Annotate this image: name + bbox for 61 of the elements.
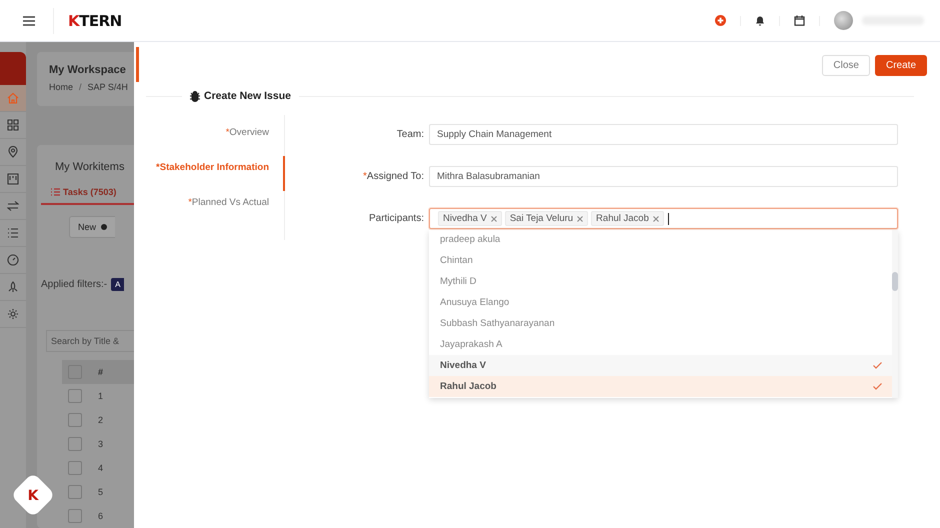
text-cursor (668, 212, 669, 224)
row-number: 5 (98, 487, 104, 497)
remove-icon[interactable] (490, 216, 497, 222)
breadcrumb-separator: / (79, 82, 82, 92)
row-number: 2 (98, 415, 104, 425)
breadcrumb-link[interactable]: Home (49, 82, 74, 92)
field-label: Team: (396, 129, 425, 140)
bell-icon[interactable] (755, 15, 765, 26)
close-button[interactable]: Close (822, 55, 870, 76)
text-field[interactable]: Mithra Balasubramanian (429, 166, 898, 187)
checkbox[interactable] (68, 485, 82, 499)
option-item[interactable]: Subbash Sathyanarayanan (429, 313, 892, 334)
row-number: 3 (98, 439, 104, 449)
bug-icon (190, 90, 200, 102)
remove-icon[interactable] (652, 216, 659, 222)
participant-tag: Nivedha V (438, 211, 502, 226)
form-title: Create New Issue (204, 90, 291, 102)
filter-badge: A (111, 278, 124, 291)
option-item[interactable]: Anusuya Elango (429, 292, 892, 313)
field-label: *Assigned To: (362, 171, 425, 182)
option-item[interactable]: Rahul Jacob (429, 376, 892, 397)
text-field[interactable]: Supply Chain Management (429, 124, 898, 145)
checkbox[interactable] (68, 509, 82, 523)
scrollbar-thumb[interactable] (892, 272, 898, 291)
avatar[interactable] (834, 11, 853, 30)
menu-icon[interactable] (23, 16, 35, 26)
checkbox[interactable] (68, 413, 82, 427)
calendar-icon[interactable] (794, 15, 805, 26)
check-icon (873, 362, 882, 369)
check-icon (873, 383, 882, 390)
option-item[interactable]: Chintan (429, 250, 892, 271)
logo-text: TERN (79, 12, 122, 30)
checkbox[interactable] (68, 389, 82, 403)
step-link[interactable]: *Overview (226, 121, 285, 156)
checkbox[interactable] (68, 461, 82, 475)
logo-mark: K (68, 12, 80, 30)
checkbox[interactable] (68, 437, 82, 451)
option-item[interactable]: Nivedha V (429, 355, 892, 376)
column-header: # (98, 367, 104, 377)
option-item[interactable]: pradeep akula (429, 230, 892, 250)
workitems-title: My Workitems (54, 161, 126, 173)
row-number: 6 (98, 511, 104, 521)
add-icon[interactable] (715, 15, 726, 26)
dot-icon (101, 224, 108, 230)
accent-bar (136, 47, 139, 82)
participant-tag: Rahul Jacob (591, 211, 664, 226)
breadcrumb-item: SAP S/4H (88, 82, 128, 92)
option-item[interactable]: Mythili D (429, 271, 892, 292)
list-icon (51, 188, 60, 196)
row-number: 1 (98, 391, 104, 401)
new-button[interactable]: New (69, 216, 116, 238)
option-item[interactable]: Jayaprakash A (429, 334, 892, 355)
create-button[interactable]: Create (874, 55, 927, 76)
field-label: Participants: (368, 213, 425, 224)
remove-icon[interactable] (577, 216, 584, 222)
step-link[interactable]: *Planned Vs Actual (188, 191, 285, 226)
workspace-title: My Workspace (49, 64, 127, 76)
filters-label: Applied filters:- (41, 279, 108, 290)
row-number: 4 (98, 463, 104, 473)
step-link[interactable]: *Stakeholder Information (156, 156, 285, 191)
participant-tag: Sai Teja Veluru (504, 211, 588, 226)
